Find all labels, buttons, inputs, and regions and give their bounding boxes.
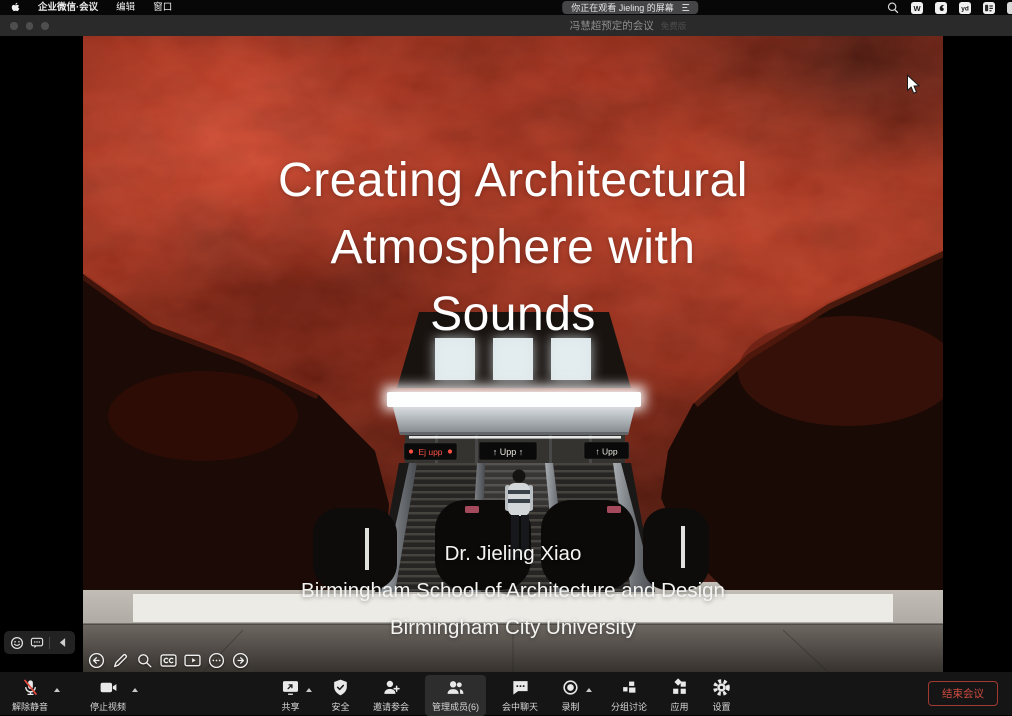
camera-icon <box>99 678 118 697</box>
slide-title-line: Atmosphere with <box>83 214 943 281</box>
mic-muted-icon <box>21 678 40 697</box>
unmute-button[interactable]: 解除静音 <box>5 675 55 716</box>
traffic-lights <box>10 22 49 30</box>
slide-title-line: Creating Architectural <box>83 147 943 214</box>
menu-edit[interactable]: 编辑 <box>107 0 144 15</box>
record-button[interactable]: 录制 <box>554 675 587 716</box>
shared-screen-stage: Ej upp ↑ Upp ↑ ↑ Upp <box>0 36 1012 672</box>
chat-button[interactable]: 会中聊天 <box>495 675 545 716</box>
end-meeting-button[interactable]: 结束会议 <box>928 681 998 706</box>
mouse-cursor <box>906 74 921 100</box>
people-icon <box>446 678 465 697</box>
apps-button[interactable]: 应用 <box>663 675 696 716</box>
svg-text:↑ Upp: ↑ Upp <box>595 447 617 457</box>
presentation-slide: Ej upp ↑ Upp ↑ ↑ Upp <box>83 36 943 672</box>
zoom-tool-button[interactable] <box>134 650 155 671</box>
share-label: 共享 <box>281 700 299 713</box>
apps-grid-icon <box>670 678 689 697</box>
next-slide-button[interactable] <box>230 650 251 671</box>
slide-affiliation-university: Birmingham City University <box>83 609 943 646</box>
meeting-title-badge: 免费版 <box>661 20 687 32</box>
clipped-app-icon[interactable] <box>1007 2 1012 14</box>
record-options-caret[interactable] <box>586 688 592 692</box>
present-mode-button[interactable] <box>182 650 203 671</box>
person-add-icon <box>381 678 400 697</box>
video-options-caret[interactable] <box>132 688 138 692</box>
screen-watch-pill[interactable]: 你正在观看 Jieling 的屏幕 <box>562 1 698 14</box>
screen-watch-text: 你正在观看 Jieling 的屏幕 <box>571 1 674 14</box>
contact-card-icon[interactable] <box>983 2 995 14</box>
security-label: 安全 <box>331 700 349 713</box>
svg-text:Ej upp: Ej upp <box>418 447 442 457</box>
zoom-window-button[interactable] <box>41 22 49 30</box>
meeting-title: 冯慧超预定的会议 <box>570 18 654 33</box>
window-title-bar: 冯慧超预定的会议 免费版 <box>0 15 1012 36</box>
svg-text:yd: yd <box>961 5 969 12</box>
youdao-app-icon[interactable]: yd <box>959 2 971 14</box>
close-window-button[interactable] <box>10 22 18 30</box>
svg-text:↑ Upp ↑: ↑ Upp ↑ <box>493 447 524 457</box>
collapse-bar-button[interactable] <box>55 635 70 650</box>
shield-check-icon <box>331 678 350 697</box>
invite-button[interactable]: 邀请参会 <box>366 675 416 716</box>
record-icon <box>561 678 580 697</box>
manage-members-label: 管理成员(6) <box>432 700 479 713</box>
breakout-label: 分组讨论 <box>611 700 647 713</box>
reaction-bar-divider <box>49 637 50 649</box>
emoji-reaction-button[interactable] <box>9 635 24 650</box>
previous-slide-button[interactable] <box>86 650 107 671</box>
manage-members-button[interactable]: 管理成员(6) <box>425 675 486 716</box>
slide-title-line: Sounds <box>83 281 943 348</box>
note-app-icon[interactable] <box>935 2 947 14</box>
menu-status-icons: W yd <box>887 0 1012 15</box>
slide-affiliation-school: Birmingham School of Architecture and De… <box>83 572 943 609</box>
stop-video-label: 停止视频 <box>90 700 126 713</box>
breakout-rooms-button[interactable]: 分组讨论 <box>604 675 654 716</box>
sign-upp-center: ↑ Upp ↑ <box>479 442 537 460</box>
invite-label: 邀请参会 <box>373 700 409 713</box>
reaction-mini-bar <box>4 631 75 654</box>
stop-video-button[interactable]: 停止视频 <box>83 675 133 716</box>
record-label: 录制 <box>561 700 579 713</box>
share-list-icon <box>682 4 689 11</box>
screen-share-icon <box>281 678 300 697</box>
settings-button[interactable]: 设置 <box>705 675 738 716</box>
share-screen-button[interactable]: 共享 <box>274 675 307 716</box>
share-options-caret[interactable] <box>306 688 312 692</box>
sign-ej-upp: Ej upp <box>404 443 457 460</box>
menu-window[interactable]: 窗口 <box>144 0 181 15</box>
unmute-label: 解除静音 <box>12 700 48 713</box>
apps-label: 应用 <box>671 700 689 713</box>
chat-label: 会中聊天 <box>502 700 538 713</box>
macos-menu-bar: 企业微信·会议 编辑 窗口 你正在观看 Jieling 的屏幕 W yd <box>0 0 1012 15</box>
security-button[interactable]: 安全 <box>324 675 357 716</box>
pen-tool-button[interactable] <box>110 650 131 671</box>
presenter-controls <box>86 650 251 671</box>
mic-options-caret[interactable] <box>54 688 60 692</box>
gear-icon <box>712 678 731 697</box>
more-options-button[interactable] <box>206 650 227 671</box>
minimize-window-button[interactable] <box>26 22 34 30</box>
settings-label: 设置 <box>713 700 731 713</box>
apple-menu-icon[interactable] <box>10 2 21 14</box>
svg-text:W: W <box>913 3 921 12</box>
menu-app[interactable]: 企业微信·会议 <box>29 0 107 15</box>
chat-bubble-icon <box>510 678 529 697</box>
slide-title: Creating Architectural Atmosphere with S… <box>83 147 943 348</box>
chat-search-icon[interactable] <box>887 2 899 14</box>
slide-subtitle: Dr. Jieling Xiao Birmingham School of Ar… <box>83 535 943 646</box>
breakout-squares-icon <box>620 678 639 697</box>
w-app-icon[interactable]: W <box>911 2 923 14</box>
slide-author: Dr. Jieling Xiao <box>83 535 943 572</box>
sign-upp-right: ↑ Upp <box>584 442 629 459</box>
captions-button[interactable] <box>158 650 179 671</box>
chat-quick-button[interactable] <box>29 635 44 650</box>
meeting-toolbar: 解除静音 停止视频 共享 安全 <box>0 672 1012 715</box>
